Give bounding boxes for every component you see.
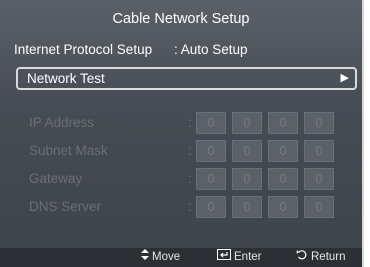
arrow-right-icon: ▶ — [340, 72, 349, 84]
gateway-octet-2[interactable]: 0 — [232, 168, 262, 190]
move-icon — [141, 248, 149, 267]
return-icon — [296, 248, 308, 267]
network-test-menu-item[interactable]: Network Test ▶ — [16, 67, 357, 90]
subnet-mask-octet-2[interactable]: 0 — [232, 140, 262, 162]
network-test-label: Network Test — [27, 71, 105, 86]
dns-server-octet-1[interactable]: 0 — [196, 196, 226, 218]
subnet-mask-octet-3[interactable]: 0 — [268, 140, 298, 162]
dns-server-label: DNS Server — [29, 199, 102, 214]
subnet-mask-label: Subnet Mask — [29, 143, 108, 158]
ip-address-octet-2[interactable]: 0 — [232, 112, 262, 134]
internet-protocol-setup-label[interactable]: Internet Protocol Setup — [14, 40, 152, 60]
internet-protocol-setup-value[interactable]: : Auto Setup — [174, 40, 248, 60]
enter-icon — [217, 248, 231, 267]
gateway-colon: : — [188, 171, 192, 186]
gateway-octet-3[interactable]: 0 — [268, 168, 298, 190]
right-edge-divider — [362, 0, 364, 267]
ip-address-octet-4[interactable]: 0 — [304, 112, 334, 134]
gateway-octet-4[interactable]: 0 — [304, 168, 334, 190]
subnet-mask-octet-1[interactable]: 0 — [196, 140, 226, 162]
footer-return-label: Return — [311, 251, 346, 263]
dns-server-colon: : — [188, 199, 192, 214]
footer-enter-label: Enter — [234, 251, 262, 263]
dns-server-octet-2[interactable]: 0 — [232, 196, 262, 218]
footer-return: Return — [296, 248, 346, 267]
footer-move: Move — [141, 248, 180, 267]
subnet-mask-octet-4[interactable]: 0 — [304, 140, 334, 162]
dns-server-octet-3[interactable]: 0 — [268, 196, 298, 218]
ip-address-octet-3[interactable]: 0 — [268, 112, 298, 134]
subnet-mask-colon: : — [188, 143, 192, 158]
ip-address-octet-1[interactable]: 0 — [196, 112, 226, 134]
gateway-label: Gateway — [29, 171, 83, 186]
screen-title: Cable Network Setup — [112, 11, 250, 27]
ip-address-label: IP Address — [29, 115, 95, 130]
gateway-octet-1[interactable]: 0 — [196, 168, 226, 190]
cable-network-setup-screen: Cable Network Setup Internet Protocol Se… — [0, 0, 362, 267]
dns-server-octet-4[interactable]: 0 — [304, 196, 334, 218]
footer-move-label: Move — [152, 251, 181, 263]
ip-address-colon: : — [188, 115, 192, 130]
footer-help-bar: Move Enter Return — [0, 248, 362, 267]
footer-enter: Enter — [217, 248, 262, 267]
